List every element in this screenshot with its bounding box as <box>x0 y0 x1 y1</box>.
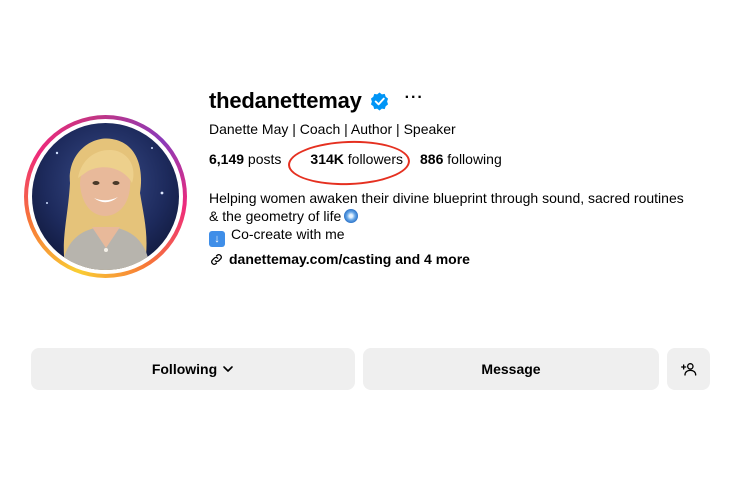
chevron-down-icon <box>223 366 233 372</box>
profile-full-name: Danette May | Coach | Author | Speaker <box>209 121 456 137</box>
username: thedanettemay <box>209 88 362 113</box>
cyclone-emoji-icon <box>344 209 359 223</box>
following-count: 886 <box>420 151 444 167</box>
profile-stats: 6,149 posts 314K followers 886 following <box>209 151 519 167</box>
message-button-label: Message <box>481 361 541 377</box>
down-arrow-emoji-icon: ↓ <box>209 231 225 247</box>
bio-line-2-wrap: & the geometry of life <box>209 207 714 225</box>
more-options-button[interactable]: ··· <box>405 90 424 106</box>
profile-link[interactable]: danettemay.com/casting and 4 more <box>209 251 470 267</box>
bio-line-2: & the geometry of life <box>209 208 342 224</box>
followers-count: 314K <box>310 151 344 167</box>
avatar-story-ring[interactable] <box>24 115 187 278</box>
posts-label: posts <box>244 151 282 167</box>
profile-link-text: danettemay.com/casting and 4 more <box>229 251 470 267</box>
following-button-label: Following <box>151 361 218 377</box>
avatar[interactable] <box>32 123 179 270</box>
posts-stat[interactable]: 6,149 posts <box>209 151 281 167</box>
bio-line-1: Helping women awaken their divine bluepr… <box>209 190 684 206</box>
followers-label: followers <box>343 151 404 167</box>
following-label: following <box>443 151 502 167</box>
bio-line-3: Co-create with me <box>231 226 345 242</box>
verified-badge-icon <box>370 91 388 111</box>
followers-stat[interactable]: 314K followers <box>310 151 403 167</box>
add-person-icon <box>680 363 696 376</box>
username-row: thedanettemay ··· <box>209 86 424 116</box>
avatar-photo <box>32 123 179 270</box>
profile-bio: Helping women awaken their divine bluepr… <box>209 189 714 247</box>
bio-line-3-wrap: ↓ Co-create with me <box>209 225 714 247</box>
following-stat[interactable]: 886 following <box>420 151 502 167</box>
add-user-button[interactable] <box>667 348 710 390</box>
avatar-border <box>28 119 183 274</box>
posts-count: 6,149 <box>209 151 245 167</box>
message-button[interactable]: Message <box>363 348 659 390</box>
following-button[interactable]: Following <box>31 348 355 390</box>
link-icon <box>211 253 222 265</box>
